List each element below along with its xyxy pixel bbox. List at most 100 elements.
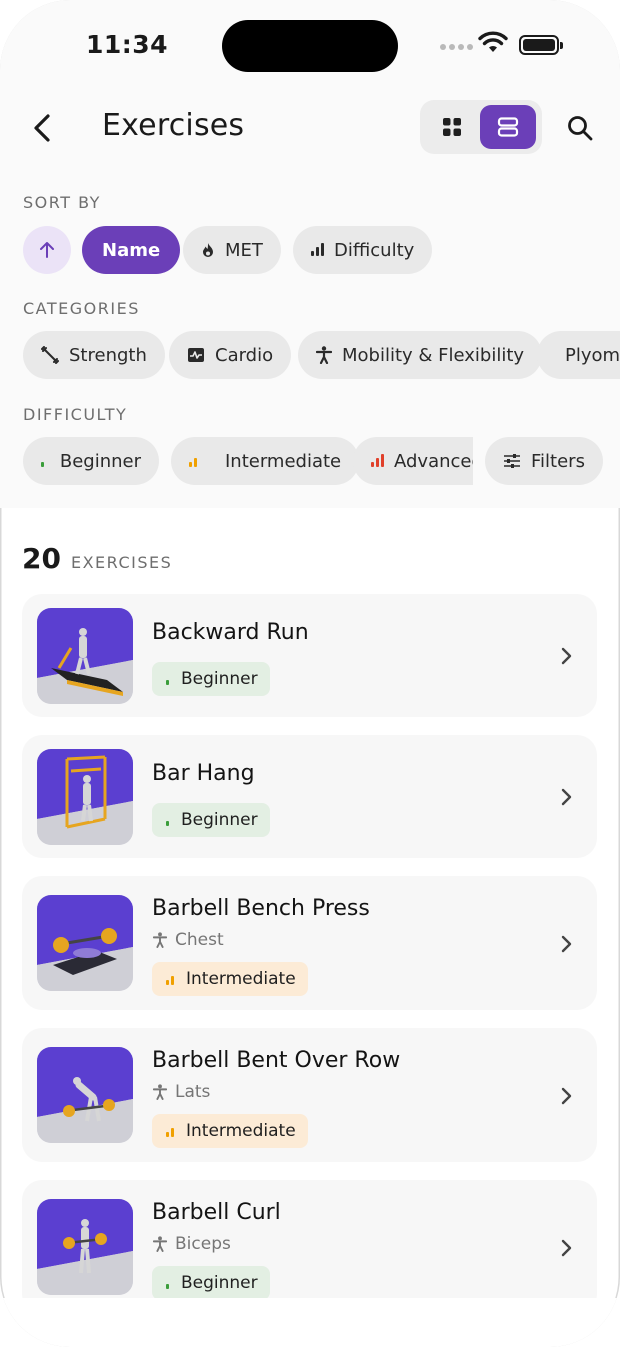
sort-difficulty-chip[interactable]: Difficulty (293, 226, 433, 274)
exercise-name: Backward Run (152, 620, 309, 645)
bars-icon (311, 243, 324, 256)
chevron-left-icon (34, 114, 50, 142)
list-view-button[interactable] (480, 105, 536, 149)
difficulty-badge-label: Intermediate (186, 1121, 296, 1141)
difficulty-badge: Intermediate (152, 962, 308, 996)
filters-label: Filters (531, 450, 585, 472)
exercise-name: Barbell Curl (152, 1200, 281, 1225)
category-plyometrics-chip[interactable]: Plyometrics (537, 331, 620, 379)
sort-difficulty-label: Difficulty (334, 239, 415, 261)
muscle-group-label: Chest (175, 930, 224, 950)
intermediate-bars-icon (166, 1125, 174, 1137)
difficulty-badge-label: Beginner (181, 669, 258, 689)
category-strength-label: Strength (69, 344, 147, 366)
exercise-card[interactable]: Bar Hang Beginner (22, 735, 597, 858)
category-mobility-chip[interactable]: Mobility & Flexibility (298, 331, 543, 379)
difficulty-beginner-label: Beginner (59, 450, 141, 472)
muscle-group: Lats (153, 1082, 210, 1102)
difficulty-badge-label: Beginner (181, 810, 258, 830)
results-count-label: EXERCISES (70, 553, 173, 572)
flame-icon (203, 243, 213, 257)
arrow-up-icon (40, 242, 54, 258)
exercise-name: Barbell Bent Over Row (152, 1048, 401, 1073)
dumbbell-icon (41, 346, 59, 364)
exercise-thumbnail (37, 1199, 133, 1295)
muscle-group-label: Biceps (175, 1234, 231, 1254)
difficulty-advanced-chip[interactable]: Advanced (353, 437, 473, 485)
exercise-name: Barbell Bench Press (152, 896, 370, 921)
chevron-right-icon (561, 1239, 572, 1257)
difficulty-beginner-chip[interactable]: Beginner (23, 437, 159, 485)
exercise-thumbnail (37, 608, 133, 704)
exercise-card[interactable]: Backward Run Beginner (22, 594, 597, 717)
difficulty-beginner-icon (41, 455, 50, 467)
back-button[interactable] (24, 106, 60, 150)
filters-button[interactable]: Filters (485, 437, 603, 485)
difficulty-badge: Beginner (152, 1266, 270, 1300)
sort-direction-button[interactable] (23, 226, 71, 274)
status-time: 11:34 (86, 30, 169, 59)
category-cardio-label: Cardio (215, 344, 274, 366)
person-icon (316, 346, 332, 364)
difficulty-intermediate-chip[interactable]: Intermediate (171, 437, 360, 485)
chevron-right-icon (561, 788, 572, 806)
status-bar: 11:34 (0, 0, 620, 90)
difficulty-intermediate-icon (189, 455, 215, 467)
signal-icon (440, 44, 473, 50)
exercise-card[interactable]: Barbell Curl Biceps Beginner (22, 1180, 597, 1314)
results-count: 20 EXERCISES (22, 542, 172, 575)
pullup-bar-image-icon (37, 749, 133, 845)
sort-name-label: Name (102, 239, 161, 261)
exercise-card[interactable]: Barbell Bent Over Row Lats Intermediate (22, 1028, 597, 1162)
exercise-thumbnail (37, 749, 133, 845)
difficulty-advanced-icon (371, 454, 384, 467)
person-icon (153, 1084, 167, 1100)
exercise-thumbnail (37, 895, 133, 991)
person-icon (153, 1236, 167, 1252)
categories-label: CATEGORIES (23, 299, 140, 318)
difficulty-badge: Beginner (152, 803, 270, 837)
nav-bar: Exercises (0, 96, 620, 160)
battery-icon (519, 35, 563, 55)
chevron-right-icon (561, 935, 572, 953)
chevron-right-icon (561, 647, 572, 665)
view-toggle (420, 100, 542, 154)
sort-met-label: MET (225, 239, 263, 261)
muscle-group: Chest (153, 930, 224, 950)
bent-over-row-image-icon (37, 1047, 133, 1143)
difficulty-badge-label: Intermediate (186, 969, 296, 989)
intermediate-bars-icon (166, 973, 174, 985)
chevron-right-icon (561, 1087, 572, 1105)
beginner-bars-icon (166, 1277, 169, 1289)
person-icon (153, 932, 167, 948)
bench-press-image-icon (37, 895, 133, 991)
wifi-icon (478, 31, 508, 52)
bottom-mask (0, 1298, 620, 1347)
sort-met-chip[interactable]: MET (183, 226, 281, 274)
category-strength-chip[interactable]: Strength (23, 331, 165, 379)
barbell-curl-image-icon (37, 1199, 133, 1295)
dynamic-island (222, 20, 398, 72)
treadmill-image-icon (37, 608, 133, 704)
difficulty-intermediate-label: Intermediate (225, 450, 342, 472)
category-mobility-label: Mobility & Flexibility (342, 344, 525, 366)
search-icon (568, 116, 593, 141)
difficulty-badge: Intermediate (152, 1114, 308, 1148)
muscle-group-label: Lats (175, 1082, 211, 1102)
results-count-number: 20 (22, 542, 61, 575)
exercise-card[interactable]: Barbell Bench Press Chest Intermediate (22, 876, 597, 1010)
grid-icon (443, 118, 461, 136)
page-title: Exercises (102, 108, 245, 143)
exercise-name: Bar Hang (152, 761, 255, 786)
sliders-icon (504, 454, 520, 468)
search-button[interactable] (560, 108, 600, 148)
sort-by-label: SORT BY (23, 193, 101, 212)
category-cardio-chip[interactable]: Cardio (169, 331, 292, 379)
difficulty-badge: Beginner (152, 662, 270, 696)
sort-name-chip[interactable]: Name (82, 226, 181, 274)
category-plyometrics-label: Plyometrics (565, 344, 620, 366)
grid-view-button[interactable] (424, 105, 480, 149)
difficulty-label: DIFFICULTY (23, 405, 128, 424)
muscle-group: Biceps (153, 1234, 231, 1254)
beginner-bars-icon (166, 814, 169, 826)
